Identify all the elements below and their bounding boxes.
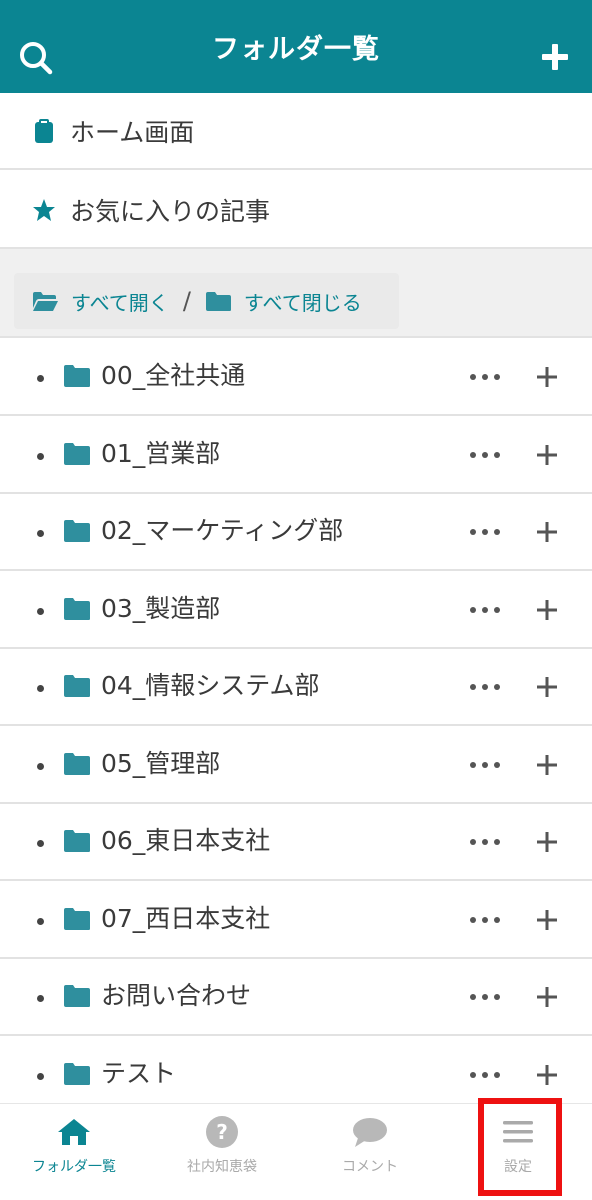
folder-row[interactable]: お問い合わせ [0,959,592,1036]
app-header: フォルダ一覧 [0,0,592,93]
tab-comments[interactable]: コメント [296,1104,444,1200]
folder-row[interactable]: 01_営業部 [0,417,592,494]
tab-folder-list-label: フォルダ一覧 [32,1159,116,1175]
plus-icon[interactable] [540,42,570,72]
folder-icon [64,985,90,1007]
bullet-icon [37,840,44,847]
tab-folder-list[interactable]: フォルダ一覧 [0,1104,148,1200]
folder-icon [64,520,90,542]
more-options-icon[interactable] [470,600,500,620]
folder-row[interactable]: 02_マーケティング部 [0,494,592,571]
folder-label: 02_マーケティング部 [101,516,344,545]
add-subfolder-icon[interactable] [535,520,559,544]
bullet-icon [37,608,44,615]
settings-highlight-box [478,1098,562,1196]
folder-row[interactable]: 00_全社共通 [0,339,592,416]
open-all-link[interactable]: すべて開く [71,287,169,316]
folder-row[interactable]: 04_情報システム部 [0,649,592,726]
bullet-icon [37,1073,44,1080]
toggle-separator: / [182,287,191,315]
more-options-icon[interactable] [470,1065,500,1085]
add-subfolder-icon[interactable] [535,365,559,389]
home-icon [56,1114,92,1150]
bullet-icon [37,453,44,460]
bullet-icon [37,530,44,537]
nav-favorites-label: お気に入りの記事 [70,196,271,226]
bullet-icon [37,375,44,382]
folder-label: 06_東日本支社 [101,826,271,855]
folder-toggle: すべて開く / すべて閉じる [14,273,399,329]
folder-open-icon[interactable] [32,291,59,312]
clipboard-icon [32,118,56,144]
folder-closed-icon[interactable] [205,291,232,312]
add-subfolder-icon[interactable] [535,675,559,699]
folder-label: テスト [101,1059,177,1088]
more-options-icon[interactable] [470,832,500,852]
more-options-icon[interactable] [470,987,500,1007]
bullet-icon [37,995,44,1002]
folder-row[interactable]: 06_東日本支社 [0,804,592,881]
nav-home-label: ホーム画面 [70,117,195,147]
folder-label: 01_営業部 [101,439,221,468]
folder-icon [64,753,90,775]
page-title: フォルダ一覧 [212,34,380,65]
folder-icon [64,365,90,387]
folder-row[interactable]: 05_管理部 [0,727,592,804]
folder-icon [64,830,90,852]
star-icon [32,197,56,223]
bullet-icon [37,918,44,925]
folder-label: お問い合わせ [101,981,252,1010]
add-subfolder-icon[interactable] [535,443,559,467]
folder-toggle-band: すべて開く / すべて閉じる [0,249,592,338]
tab-knowledge[interactable]: ? 社内知恵袋 [148,1104,296,1200]
question-icon: ? [204,1114,240,1150]
add-subfolder-icon[interactable] [535,985,559,1009]
tab-knowledge-label: 社内知恵袋 [187,1159,257,1175]
folder-row[interactable]: 07_西日本支社 [0,882,592,959]
folder-icon [64,1063,90,1085]
folder-label: 07_西日本支社 [101,904,271,933]
nav-home[interactable]: ホーム画面 [0,93,592,170]
folder-label: 03_製造部 [101,594,221,623]
add-subfolder-icon[interactable] [535,753,559,777]
close-all-link[interactable]: すべて閉じる [244,287,362,316]
folder-row[interactable]: 03_製造部 [0,572,592,649]
svg-text:?: ? [216,1120,228,1144]
folder-label: 05_管理部 [101,749,221,778]
tab-comments-label: コメント [342,1159,398,1175]
folder-icon [64,908,90,930]
more-options-icon[interactable] [470,522,500,542]
chat-bubble-icon [352,1114,388,1150]
bullet-icon [37,685,44,692]
more-options-icon[interactable] [470,910,500,930]
more-options-icon[interactable] [470,445,500,465]
add-subfolder-icon[interactable] [535,830,559,854]
search-icon[interactable] [18,40,58,80]
folder-icon [64,675,90,697]
folder-label: 04_情報システム部 [101,671,320,700]
folder-icon [64,443,90,465]
folder-icon [64,598,90,620]
add-subfolder-icon[interactable] [535,908,559,932]
folder-label: 00_全社共通 [101,361,246,390]
more-options-icon[interactable] [470,677,500,697]
bullet-icon [37,763,44,770]
more-options-icon[interactable] [470,755,500,775]
nav-favorites[interactable]: お気に入りの記事 [0,172,592,249]
add-subfolder-icon[interactable] [535,598,559,622]
add-subfolder-icon[interactable] [535,1063,559,1087]
more-options-icon[interactable] [470,367,500,387]
